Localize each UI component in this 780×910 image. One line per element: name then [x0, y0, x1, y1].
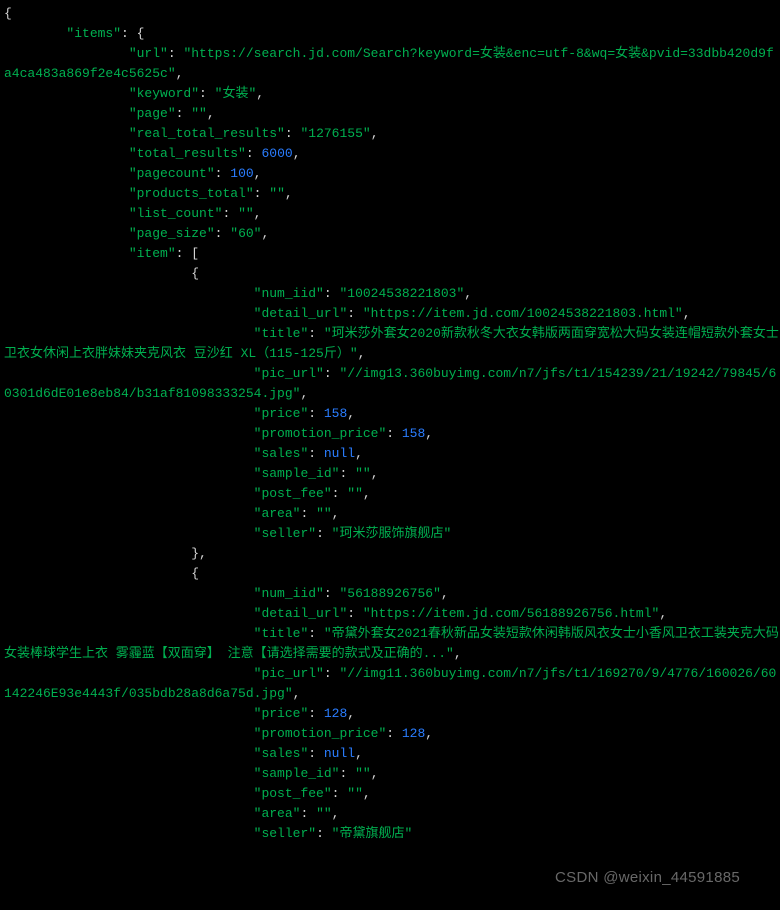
json-code-block: { "items": { "url": "https://search.jd.c…	[0, 0, 780, 844]
watermark-label: CSDN @weixin_44591885	[555, 869, 740, 886]
